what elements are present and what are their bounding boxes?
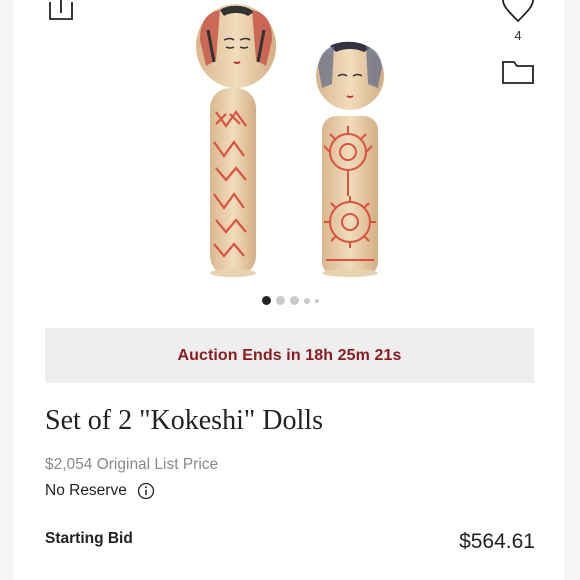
product-title: Set of 2 "Kokeshi" Dolls xyxy=(45,405,323,436)
tall-kokeshi-doll xyxy=(196,4,276,277)
product-image[interactable] xyxy=(150,0,430,282)
like-count: 4 xyxy=(514,28,522,43)
frame-right xyxy=(564,0,580,580)
carousel-dot-2[interactable] xyxy=(275,296,285,305)
info-icon[interactable] xyxy=(137,482,155,500)
reserve-row: No Reserve xyxy=(45,482,155,500)
auction-countdown-text: Auction Ends in 18h 25m 21s xyxy=(177,346,402,364)
frame-left xyxy=(0,0,14,580)
starting-bid-label: Starting Bid xyxy=(45,530,133,547)
starting-bid-value: $564.61 xyxy=(459,530,535,553)
share-icon[interactable] xyxy=(47,0,75,22)
original-list-price: $2,054 Original List Price xyxy=(45,456,219,473)
carousel-dot-5[interactable] xyxy=(314,298,319,303)
carousel-dots[interactable] xyxy=(0,296,580,305)
reserve-status: No Reserve xyxy=(45,482,127,499)
heart-icon[interactable] xyxy=(500,0,536,24)
folder-icon[interactable] xyxy=(500,58,536,86)
carousel-dot-4[interactable] xyxy=(303,297,310,304)
auction-countdown-banner: Auction Ends in 18h 25m 21s xyxy=(45,328,534,383)
short-kokeshi-doll xyxy=(316,41,384,277)
carousel-dot-1[interactable] xyxy=(261,296,271,305)
carousel-dot-3[interactable] xyxy=(289,296,299,305)
